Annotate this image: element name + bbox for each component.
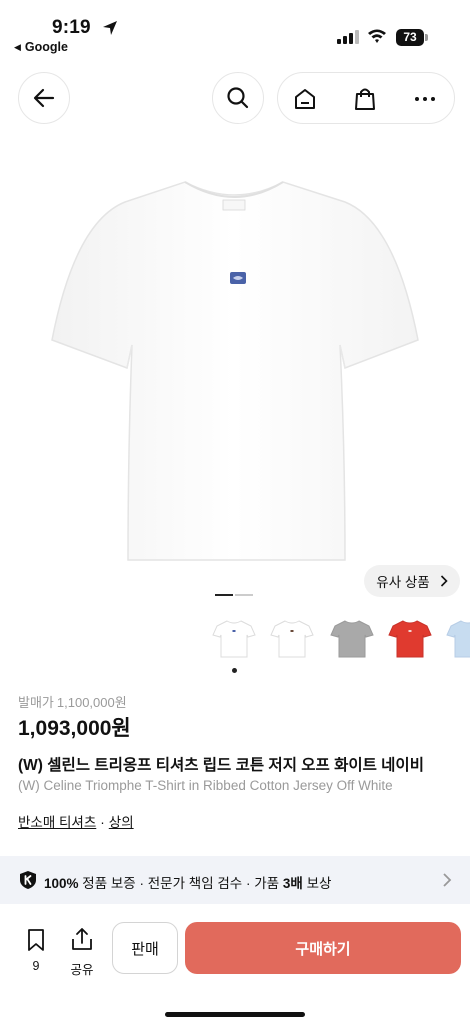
category-link-1[interactable]: 반소매 티셔츠 [18, 815, 96, 830]
home-icon [295, 89, 315, 109]
guarantee-part2: 전문가 책임 검수 [147, 876, 243, 891]
cellular-signal-icon [337, 30, 359, 44]
original-price-value: 1,100,000원 [56, 695, 127, 710]
guarantee-part3-b: 3배 [282, 876, 303, 891]
pager-inactive [235, 594, 253, 596]
bookmark-icon [28, 929, 44, 951]
tshirt-thumb-icon [388, 620, 432, 658]
location-arrow-icon [103, 21, 117, 35]
original-price: 발매가 1,100,000원 [18, 692, 127, 711]
shield-k-icon [20, 871, 36, 889]
buy-button[interactable]: 구매하기 [185, 922, 461, 974]
shopping-bag-icon [355, 88, 375, 110]
search-button[interactable] [212, 72, 264, 124]
home-button[interactable] [292, 86, 318, 112]
back-to-app-link[interactable]: ◀ Google [14, 40, 68, 54]
header-action-group [277, 72, 455, 124]
tshirt-thumb-icon [270, 620, 314, 658]
product-image[interactable] [0, 150, 470, 580]
tshirt-thumb-icon [446, 620, 470, 658]
similar-products-label: 유사 상품 [376, 575, 430, 590]
battery-indicator: 73 [396, 29, 430, 46]
thumbnail-5[interactable] [444, 614, 470, 662]
battery-cap [425, 34, 428, 41]
home-indicator [165, 1012, 305, 1017]
color-thumbnails [210, 614, 470, 666]
back-triangle-icon: ◀ [14, 42, 21, 52]
category-link-2[interactable]: 상의 [109, 815, 134, 830]
thumbnail-4[interactable] [386, 614, 434, 662]
bottom-action-bar: 9 공유 판매 구매하기 [0, 912, 470, 1024]
back-button[interactable] [18, 72, 70, 124]
sell-button[interactable]: 판매 [112, 922, 178, 974]
share-label: 공유 [70, 963, 94, 977]
image-pager [215, 594, 255, 597]
guarantee-part1: 정품 보증 [82, 876, 136, 891]
thumbnail-3[interactable] [328, 614, 376, 662]
share-button[interactable]: 공유 [66, 926, 98, 978]
shopping-bag-button[interactable] [352, 86, 378, 112]
back-arrow-icon [33, 88, 55, 108]
guarantee-pct: 100% [44, 876, 79, 891]
battery-level: 73 [396, 29, 424, 46]
thumbnail-selected-dot [232, 668, 237, 673]
guarantee-text: 100% 정품 보증 · 전문가 책임 검수 · 가품 3배 보상 [44, 872, 331, 892]
chevron-right-icon [440, 575, 448, 587]
bookmark-count: 9 [32, 959, 40, 973]
guarantee-sep-1: · [139, 876, 145, 891]
back-app-label: Google [24, 40, 68, 54]
guarantee-part3-a: 가품 [254, 876, 280, 891]
product-name-ko: (W) 셀린느 트리옹프 티셔츠 립드 코튼 저지 오프 화이트 네이비 [18, 757, 424, 774]
share-icon [72, 928, 92, 950]
wifi-icon [368, 29, 386, 43]
thumbnail-2[interactable] [268, 614, 316, 662]
more-button[interactable] [412, 86, 438, 112]
bookmark-button[interactable]: 9 [22, 928, 50, 973]
guarantee-sep-2: · [245, 876, 251, 891]
status-bar: 9:19 ◀ Google 73 [0, 0, 470, 58]
guarantee-part3-c: 보상 [306, 876, 332, 891]
tshirt-thumb-icon [330, 620, 374, 658]
product-name-en: (W) Celine Triomphe T-Shirt in Ribbed Co… [18, 778, 393, 793]
pager-active [215, 594, 233, 596]
chevron-right-icon [443, 873, 452, 887]
current-price: 1,093,000원 [18, 717, 131, 740]
authenticity-guarantee-bar[interactable]: 100% 정품 보증 · 전문가 책임 검수 · 가품 3배 보상 [0, 856, 470, 904]
thumbnail-1[interactable] [210, 614, 258, 662]
tshirt-thumb-icon [212, 620, 256, 658]
status-time: 9:19 [52, 17, 91, 38]
category-breadcrumb: 반소매 티셔츠 · 상의 [18, 811, 134, 831]
similar-products-button[interactable]: 유사 상품 [364, 565, 460, 597]
search-icon [227, 87, 249, 109]
category-separator: · [100, 815, 105, 830]
more-icon [415, 97, 435, 101]
original-price-label: 발매가 [18, 695, 54, 710]
